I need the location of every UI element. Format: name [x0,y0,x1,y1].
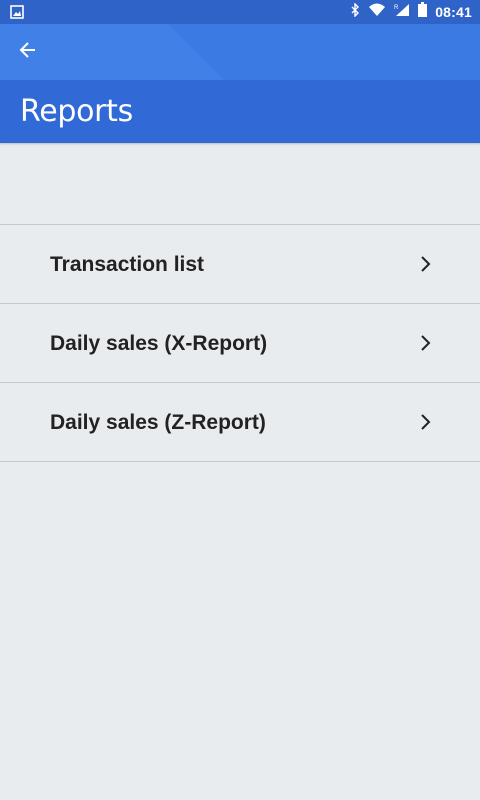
list-item-daily-sales-z-report[interactable]: Daily sales (Z-Report) [0,383,480,462]
chevron-right-icon [418,412,432,432]
svg-text:R: R [394,5,399,11]
status-bar: R 08:41 [0,0,480,24]
battery-icon [418,2,428,22]
chevron-right-icon [418,333,432,353]
bluetooth-icon [350,1,360,22]
back-button[interactable] [10,34,46,70]
status-icons: R 08:41 [350,0,472,24]
list-item-label: Daily sales (X-Report) [50,332,268,355]
chevron-right-icon [418,254,432,274]
wifi-icon [368,3,386,22]
app-bar [0,24,480,80]
reports-list: Transaction list Daily sales (X-Report) … [0,224,480,462]
title-bar: Reports [0,80,480,143]
list-item-daily-sales-x-report[interactable]: Daily sales (X-Report) [0,304,480,383]
signal-icon: R [394,3,410,22]
list-item-label: Daily sales (Z-Report) [50,411,266,434]
page-title: Reports [20,94,133,129]
image-icon [10,5,24,19]
list-item-transaction-list[interactable]: Transaction list [0,225,480,304]
status-time: 08:41 [435,4,472,20]
back-arrow-icon [19,41,37,64]
list-item-label: Transaction list [50,253,205,276]
